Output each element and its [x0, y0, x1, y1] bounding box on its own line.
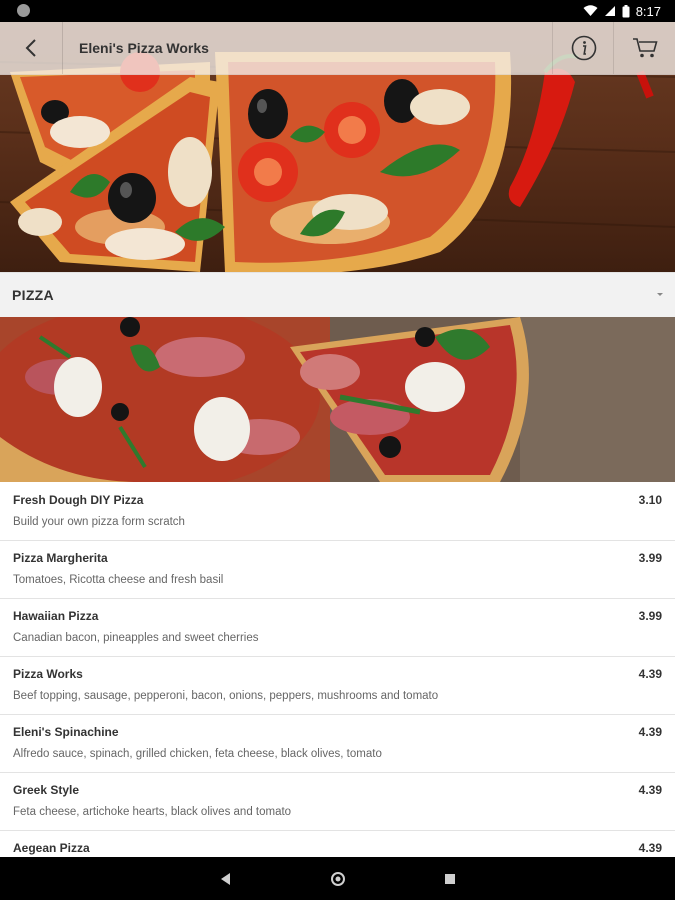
item-price: 3.99 — [638, 551, 662, 565]
item-description: Alfredo sauce, spinach, grilled chicken,… — [13, 748, 382, 760]
category-title: PIZZA — [12, 287, 54, 303]
item-price: 3.10 — [638, 493, 662, 507]
item-name: Eleni's Spinachine — [13, 725, 119, 739]
signal-icon — [604, 6, 615, 16]
menu-list: Fresh Dough DIY Pizza 3.10 Build your ow… — [0, 483, 675, 857]
item-price: 4.39 — [638, 783, 662, 797]
back-button[interactable] — [0, 22, 63, 74]
category-image — [0, 317, 675, 482]
item-price: 4.39 — [638, 667, 662, 681]
chevron-down-icon — [657, 293, 663, 296]
item-name: Greek Style — [13, 783, 80, 797]
menu-item[interactable]: Aegean Pizza 4.39 — [0, 831, 675, 857]
item-description: Feta cheese, artichoke hearts, black oli… — [13, 806, 292, 818]
item-name: Hawaiian Pizza — [13, 609, 99, 623]
item-price: 4.39 — [638, 725, 662, 739]
item-price: 3.99 — [638, 609, 662, 623]
menu-item[interactable]: Pizza Works 4.39 Beef topping, sausage, … — [0, 657, 675, 715]
system-nav-bar — [0, 857, 675, 900]
info-icon — [571, 35, 596, 61]
menu-item[interactable]: Fresh Dough DIY Pizza 3.10 Build your ow… — [0, 483, 675, 541]
nav-home-button[interactable] — [308, 857, 368, 900]
app-bar: Eleni's Pizza Works — [0, 22, 675, 75]
status-bar: 8:17 — [0, 0, 675, 22]
item-name: Aegean Pizza — [13, 841, 90, 855]
item-name: Pizza Works — [13, 667, 83, 681]
nav-back-icon — [221, 872, 230, 885]
item-description: Build your own pizza form scratch — [13, 516, 185, 528]
notification-icon — [17, 4, 30, 17]
nav-recents-button[interactable] — [420, 857, 480, 900]
app-title: Eleni's Pizza Works — [79, 40, 209, 56]
item-description: Beef topping, sausage, pepperoni, bacon,… — [13, 690, 439, 702]
cart-icon — [633, 38, 658, 58]
item-name: Pizza Margherita — [13, 551, 108, 565]
wifi-icon — [583, 5, 598, 16]
item-description: Canadian bacon, pineapples and sweet che… — [13, 632, 259, 644]
info-button[interactable] — [552, 22, 614, 74]
menu-item[interactable]: Pizza Margherita 3.99 Tomatoes, Ricotta … — [0, 541, 675, 599]
category-header-pizza[interactable]: PIZZA — [0, 272, 675, 319]
nav-back-button[interactable] — [195, 857, 255, 900]
nav-home-icon — [331, 871, 345, 886]
item-name: Fresh Dough DIY Pizza — [13, 493, 144, 507]
menu-item[interactable]: Eleni's Spinachine 4.39 Alfredo sauce, s… — [0, 715, 675, 773]
menu-item[interactable]: Hawaiian Pizza 3.99 Canadian bacon, pine… — [0, 599, 675, 657]
item-description: Tomatoes, Ricotta cheese and fresh basil — [13, 574, 224, 586]
battery-icon — [622, 4, 630, 17]
nav-recents-icon — [445, 873, 455, 884]
cart-button[interactable] — [613, 22, 675, 74]
item-price: 4.39 — [638, 841, 662, 855]
menu-item[interactable]: Greek Style 4.39 Feta cheese, artichoke … — [0, 773, 675, 831]
clock-time: 8:17 — [635, 3, 661, 19]
arrow-back-icon — [25, 39, 36, 57]
